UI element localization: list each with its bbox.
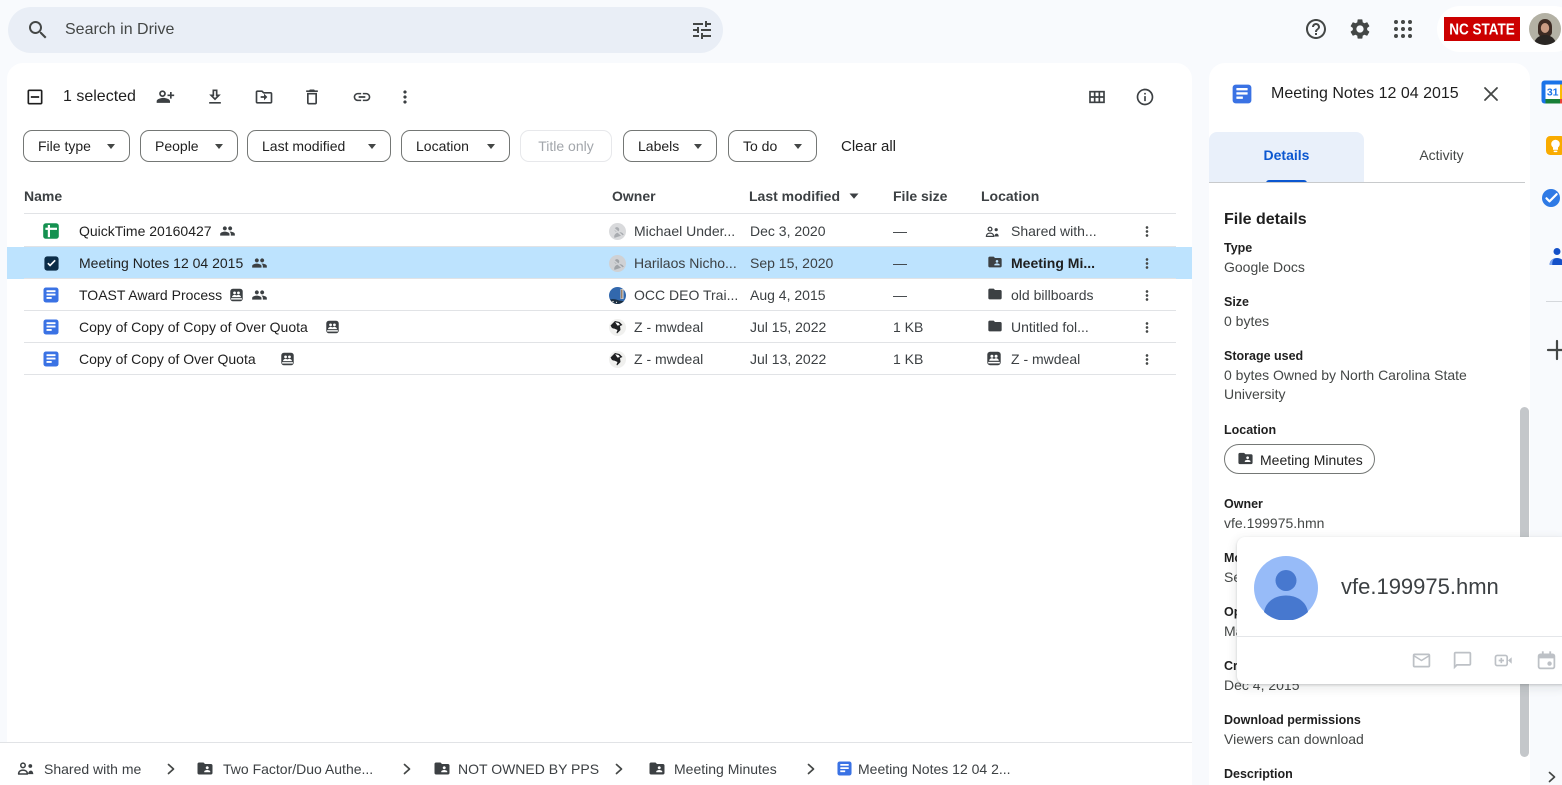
svg-text:31: 31 — [1547, 87, 1559, 99]
